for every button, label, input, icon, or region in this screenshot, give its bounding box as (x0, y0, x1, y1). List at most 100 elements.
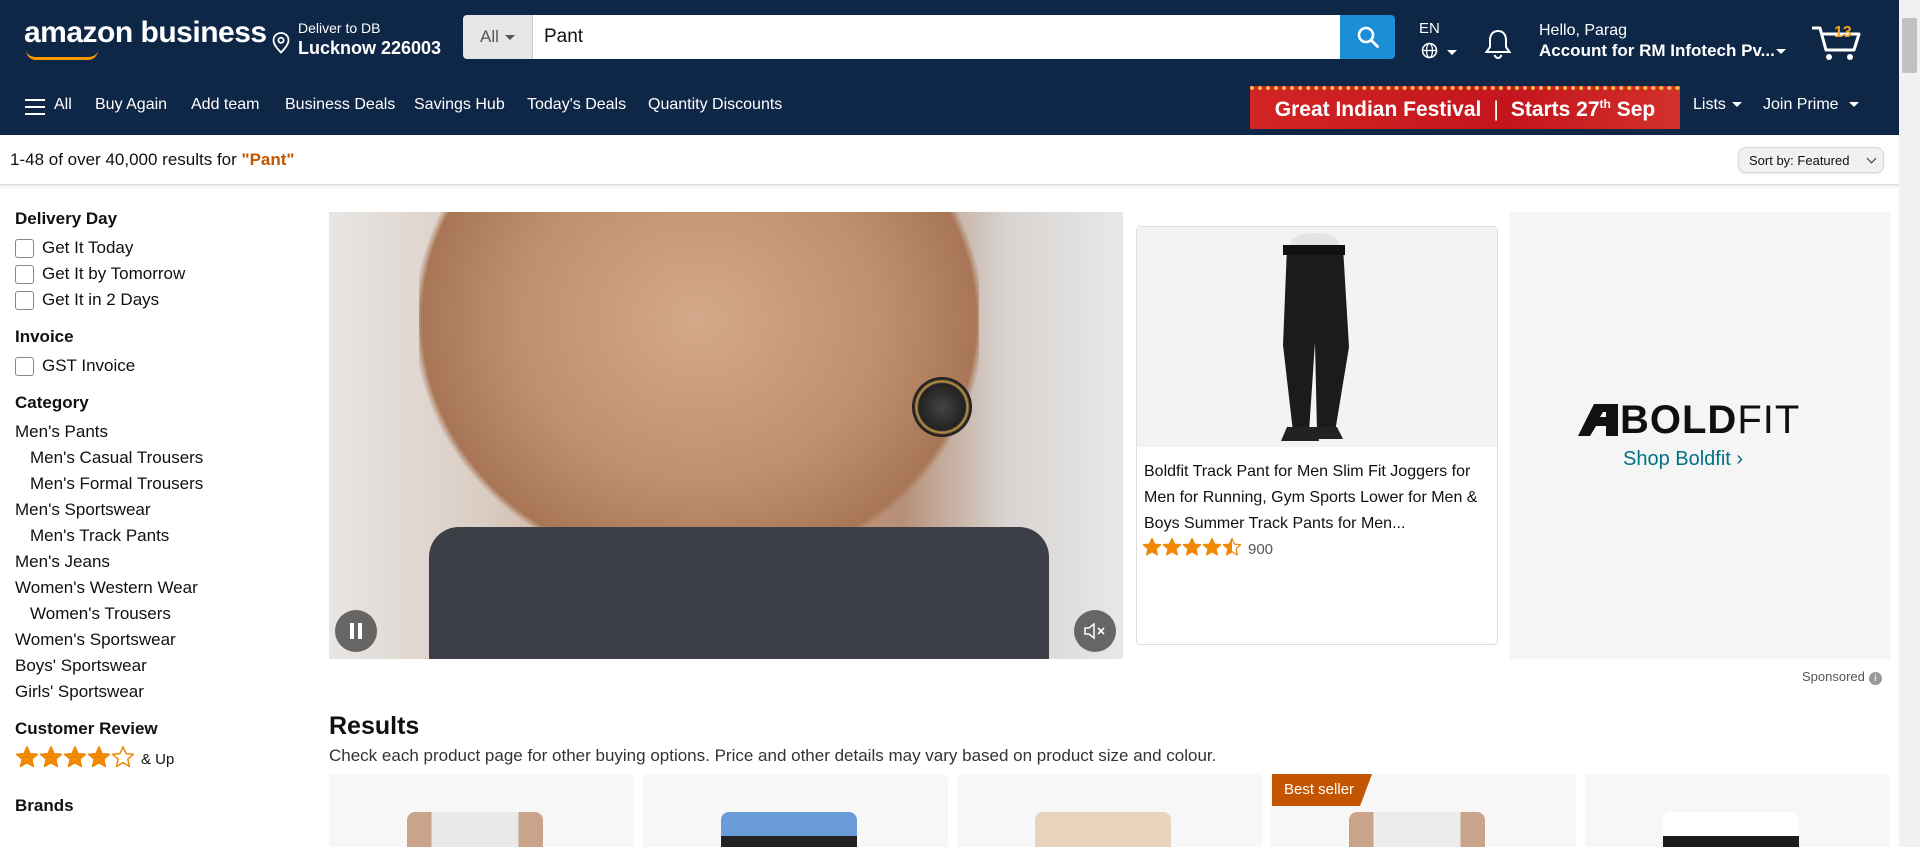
nav-all[interactable]: All (54, 96, 72, 114)
filter-get-it-2-days[interactable]: Get It in 2 Days (15, 287, 295, 313)
star-icon (63, 746, 87, 768)
rating-count: 900 (1248, 541, 1274, 558)
hamburger-menu-icon[interactable] (25, 99, 45, 120)
nav-todays-deals[interactable]: Today's Deals (527, 96, 626, 114)
category-link[interactable]: Men's Pants (15, 419, 295, 445)
category-link[interactable]: Men's Casual Trousers (15, 445, 295, 471)
search-button[interactable] (1340, 15, 1395, 59)
results-subheading: Check each product page for other buying… (329, 746, 1217, 765)
product-image[interactable] (1137, 227, 1497, 447)
invoice-heading: Invoice (15, 327, 74, 346)
muted-speaker-icon (1084, 622, 1105, 640)
category-heading: Category (15, 393, 89, 412)
star-icon (1182, 537, 1202, 556)
checkbox[interactable] (15, 356, 34, 376)
product-tile[interactable] (329, 774, 634, 847)
delivery-day-heading: Delivery Day (15, 209, 118, 228)
globe-icon (1421, 42, 1438, 59)
category-link[interactable]: Men's Formal Trousers (15, 471, 295, 497)
checkbox[interactable] (15, 290, 34, 310)
filter-get-it-tomorrow[interactable]: Get It by Tomorrow (15, 261, 295, 287)
caret-down-icon (504, 34, 515, 40)
nav-add-team[interactable]: Add team (191, 96, 259, 114)
product-tile[interactable] (1585, 774, 1890, 847)
notification-bell-icon[interactable] (1483, 28, 1513, 60)
product-image (721, 812, 857, 847)
nav-savings-hub[interactable]: Savings Hub (414, 96, 505, 114)
chevron-down-icon (1731, 102, 1742, 108)
shop-brand-link[interactable]: Shop Boldfit › (1623, 448, 1743, 471)
star-icon (1222, 537, 1242, 556)
review-filter-4-up[interactable]: & Up (15, 745, 295, 774)
sponsored-product-card[interactable]: Boldfit Track Pant for Men Slim Fit Jogg… (1136, 226, 1498, 645)
star-rating-icon (1142, 537, 1242, 562)
deliver-location: Lucknow 226003 (298, 38, 442, 58)
star-icon (111, 746, 135, 768)
category-link[interactable]: Women's Sportswear (15, 627, 295, 653)
cart-button[interactable]: 13 (1810, 22, 1862, 67)
search-query: "Pant" (241, 150, 295, 169)
filter-get-it-today[interactable]: Get It Today (15, 235, 295, 261)
page-scrollbar[interactable] (1899, 0, 1920, 847)
amazon-business-logo[interactable]: amazon business (24, 16, 267, 60)
results-heading: Results (329, 712, 420, 740)
brands-heading: Brands (15, 796, 74, 815)
top-header: amazon business Deliver to DB Lucknow 22… (0, 0, 1899, 74)
language-code: EN (1419, 20, 1440, 37)
star-icon (1142, 537, 1162, 556)
pause-button[interactable] (335, 610, 377, 652)
category-link[interactable]: Boys' Sportswear (15, 653, 295, 679)
nav-join-prime[interactable]: Join Prime (1763, 96, 1859, 114)
mute-button[interactable] (1074, 610, 1116, 652)
sort-dropdown[interactable]: Sort by: Featured (1738, 147, 1884, 173)
sponsored-label[interactable]: Sponsored i (1802, 669, 1882, 685)
product-image (1035, 812, 1171, 847)
chevron-down-icon (1447, 50, 1457, 55)
nav-lists[interactable]: Lists (1693, 96, 1742, 114)
sponsored-video[interactable] (329, 212, 1123, 659)
search-icon (1357, 26, 1379, 48)
pause-icon (350, 623, 362, 639)
category-link[interactable]: Girls' Sportswear (15, 679, 295, 705)
chevron-down-icon (1866, 153, 1877, 164)
product-title[interactable]: Boldfit Track Pant for Men Slim Fit Jogg… (1144, 459, 1494, 537)
category-link[interactable]: Women's Trousers (15, 601, 295, 627)
scrollbar-thumb[interactable] (1902, 18, 1917, 73)
product-rating[interactable]: 900 (1142, 537, 1273, 562)
info-icon[interactable]: i (1868, 672, 1882, 685)
banner-divider: | (1493, 97, 1499, 121)
checkbox[interactable] (15, 238, 34, 258)
track-pant-image (1281, 233, 1349, 441)
star-icon (1162, 537, 1182, 556)
checkbox[interactable] (15, 264, 34, 284)
product-tile[interactable] (643, 774, 948, 847)
search-category-dropdown[interactable]: All (463, 15, 533, 59)
best-seller-badge: Best seller (1272, 774, 1373, 806)
star-icon (87, 746, 111, 768)
category-link[interactable]: Men's Jeans (15, 549, 295, 575)
sort-label: Sort by: (1749, 152, 1794, 168)
account-menu[interactable]: Hello, Parag Account for RM Infotech Pv.… (1539, 22, 1786, 61)
product-tile[interactable] (957, 774, 1262, 847)
category-link[interactable]: Men's Track Pants (15, 523, 295, 549)
logo-text: amazon business (24, 16, 267, 49)
star-icon (39, 746, 63, 768)
banner-title: Great Indian Festival (1274, 97, 1482, 121)
review-filter-label: & Up (141, 751, 175, 768)
product-image (1349, 812, 1485, 847)
search-category-label: All (480, 27, 499, 46)
category-link[interactable]: Women's Western Wear (15, 575, 295, 601)
nav-quantity-discounts[interactable]: Quantity Discounts (648, 96, 782, 114)
product-image (1663, 812, 1799, 847)
nav-buy-again[interactable]: Buy Again (95, 96, 167, 114)
boldfit-logo: BOLDFIT (1576, 398, 1800, 443)
star-icon (15, 746, 39, 768)
search-input[interactable] (533, 15, 1340, 59)
boldfit-mark-icon (1578, 404, 1618, 436)
category-link[interactable]: Men's Sportswear (15, 497, 295, 523)
brand-panel[interactable]: BOLDFIT Shop Boldfit › (1510, 212, 1890, 659)
filter-gst-invoice[interactable]: GST Invoice (15, 353, 295, 379)
festival-banner[interactable]: Great Indian Festival | Starts 27th Sep (1250, 86, 1680, 129)
nav-business-deals[interactable]: Business Deals (285, 96, 395, 114)
location-pin-icon (272, 32, 290, 54)
